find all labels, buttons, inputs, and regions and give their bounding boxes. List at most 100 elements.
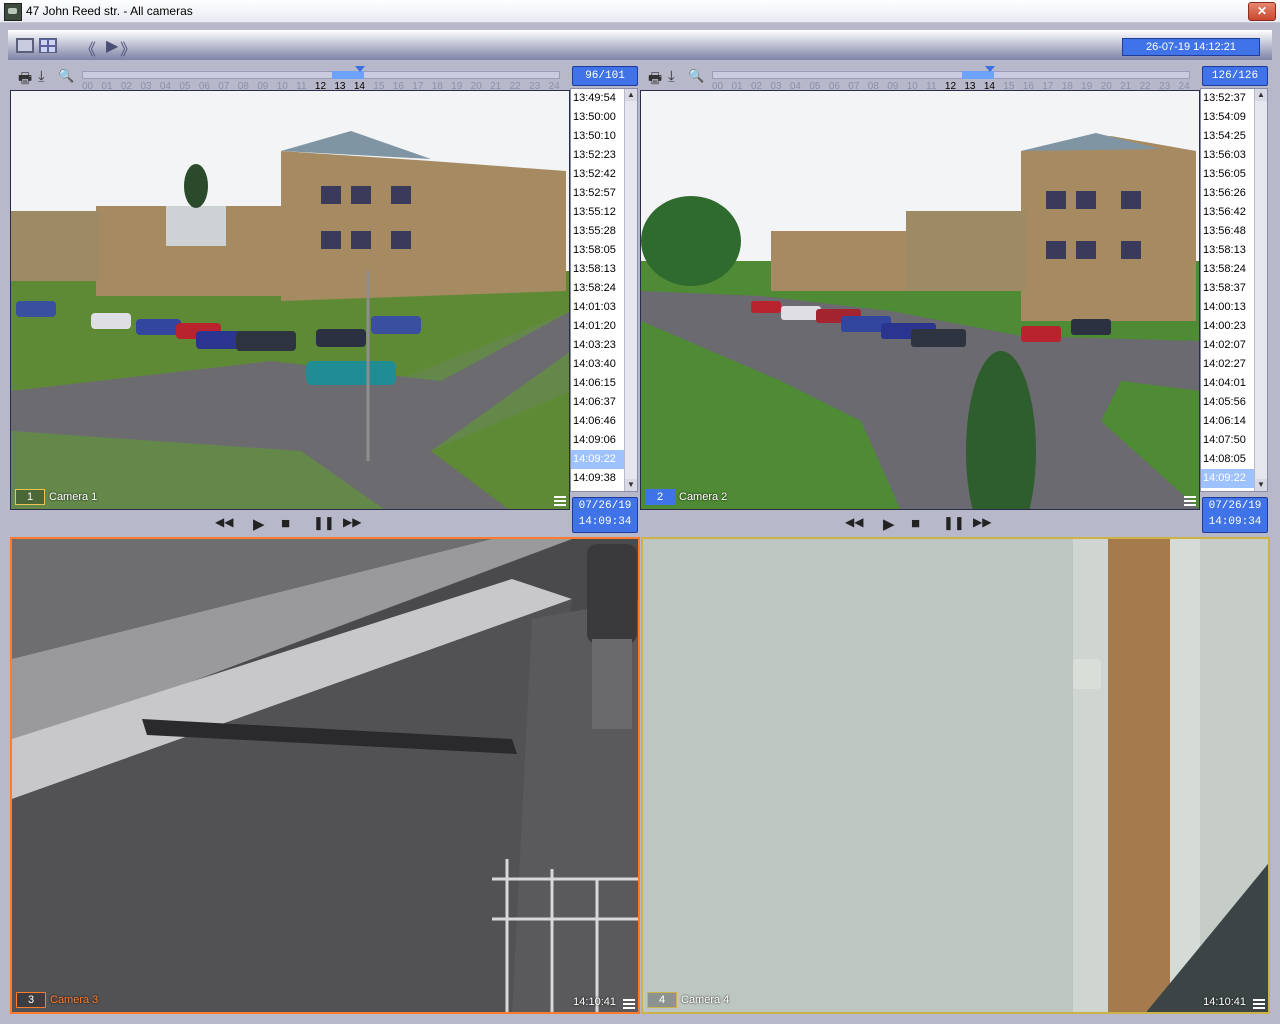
camera1-playback-controls: ◀◀ ▶ ■ ❚❚ ▶▶ [215, 512, 415, 536]
camera-name: Camera 1 [49, 491, 98, 503]
zoom-icon[interactable]: 🔍 [58, 68, 74, 84]
event-list-item[interactable]: 14:01:03 [571, 298, 625, 317]
event-list-item[interactable]: 14:06:15 [571, 374, 625, 393]
event-list-item[interactable]: 13:56:03 [1201, 146, 1255, 165]
event-list-item[interactable]: 13:55:12 [571, 203, 625, 222]
event-list-item[interactable]: 14:02:27 [1201, 355, 1255, 374]
close-button[interactable]: ✕ [1248, 2, 1276, 21]
event-list-item[interactable]: 14:02:07 [1201, 336, 1255, 355]
scroll-down-icon[interactable]: ▼ [625, 479, 637, 491]
event-list-item[interactable]: 14:09:22 [1201, 469, 1255, 488]
camera4-image [643, 539, 1268, 1012]
event-list-item[interactable]: 14:05:56 [1201, 393, 1255, 412]
camera1-view[interactable]: 1 Camera 1 [10, 90, 570, 510]
event-list-item[interactable]: 14:04:01 [1201, 374, 1255, 393]
scroll-up-icon[interactable]: ▲ [1255, 89, 1267, 101]
event-list-item[interactable]: 14:08:05 [1201, 450, 1255, 469]
play-icon[interactable]: ▶ [883, 515, 895, 533]
event-list-item[interactable]: 14:06:46 [571, 412, 625, 431]
camera4-view[interactable]: 4 Camera 4 14:10:41 [641, 537, 1270, 1014]
event-list-item[interactable]: 14:03:23 [571, 336, 625, 355]
stop-icon[interactable]: ■ [281, 515, 290, 532]
camera-number: 3 [16, 992, 46, 1008]
previous-frame-icon[interactable]: 《 [80, 36, 96, 60]
camera-name: Camera 4 [681, 994, 730, 1006]
scroll-down-icon[interactable]: ▼ [1255, 479, 1267, 491]
stop-icon[interactable]: ■ [911, 515, 920, 532]
rewind-icon[interactable]: ◀◀ [845, 515, 863, 529]
play-all-icon[interactable]: ▶ [106, 36, 118, 56]
forward-icon[interactable]: ▶▶ [343, 515, 361, 529]
event-list-item[interactable]: 14:09:22 [571, 450, 625, 469]
pause-icon[interactable]: ❚❚ [943, 515, 965, 531]
event-list-item[interactable]: 13:49:54 [571, 89, 625, 108]
event-list-item[interactable]: 13:52:37 [1201, 89, 1255, 108]
forward-icon[interactable]: ▶▶ [973, 515, 991, 529]
app-icon [4, 3, 22, 21]
download-icon[interactable]: ⤓ [38, 68, 45, 85]
event-list-item[interactable]: 13:58:13 [1201, 241, 1255, 260]
download-icon[interactable]: ⤓ [668, 68, 675, 85]
camera1-menu-icon[interactable] [554, 496, 566, 506]
camera-number: 1 [15, 489, 45, 505]
event-list-item[interactable]: 14:06:14 [1201, 412, 1255, 431]
camera1-event-list[interactable]: 13:49:54 13:50:00 13:50:10 13:52:23 13:52:42… [570, 88, 638, 492]
event-list-item[interactable]: 14:00:13 [1201, 298, 1255, 317]
event-list-item[interactable]: 14:09:38 [571, 469, 625, 488]
event-list-item[interactable]: 13:58:37 [1201, 279, 1255, 298]
event-list-item[interactable]: 14:07:50 [1201, 431, 1255, 450]
camera1-event-scrollbar[interactable]: ▲ ▼ [624, 89, 637, 491]
event-list-item[interactable]: 14:03:40 [571, 355, 625, 374]
camera2-event-list[interactable]: 13:52:37 13:54:09 13:54:25 13:56:03 13:56:05… [1200, 88, 1268, 492]
event-list-item[interactable]: 13:50:00 [571, 108, 625, 127]
current-datetime[interactable]: 26-07-19 14:12:21 [1122, 38, 1260, 56]
event-list-item[interactable]: 14:00:23 [1201, 317, 1255, 336]
camera2-event-scrollbar[interactable]: ▲ ▼ [1254, 89, 1267, 491]
event-list-item[interactable]: 13:50:10 [571, 127, 625, 146]
event-list-item[interactable]: 13:52:57 [571, 184, 625, 203]
event-list-item[interactable]: 13:58:13 [571, 260, 625, 279]
camera1-control-strip: 🖶 ⤓ 🔍 00 01 02 03 04 05 06 07 08 09 10 11 12 13 14 15 16… [10, 64, 630, 92]
event-list-item[interactable]: 13:52:23 [571, 146, 625, 165]
scroll-up-icon[interactable]: ▲ [625, 89, 637, 101]
zoom-icon[interactable]: 🔍 [688, 68, 704, 84]
event-list-item[interactable]: 13:56:42 [1201, 203, 1255, 222]
event-list-item[interactable]: 13:56:26 [1201, 184, 1255, 203]
camera-name: Camera 2 [679, 491, 728, 503]
camera-name: Camera 3 [50, 994, 99, 1006]
event-list-item[interactable]: 14:09:06 [571, 431, 625, 450]
camera1-event-counter: 96/101 [572, 66, 638, 86]
event-list-item[interactable]: 13:58:05 [571, 241, 625, 260]
camera3-view[interactable]: 3 Camera 3 14:10:41 [10, 537, 640, 1014]
quad-view-icon[interactable] [39, 38, 57, 53]
event-list-item[interactable]: 13:58:24 [1201, 260, 1255, 279]
camera2-menu-icon[interactable] [1184, 496, 1196, 506]
pause-icon[interactable]: ❚❚ [313, 515, 335, 531]
event-list-item[interactable]: 13:54:25 [1201, 127, 1255, 146]
event-list-item[interactable]: 13:52:42 [571, 165, 625, 184]
event-list-item[interactable]: 13:56:05 [1201, 165, 1255, 184]
event-list-item[interactable]: 13:58:24 [571, 279, 625, 298]
camera-number: 4 [647, 992, 677, 1008]
timeline-marker[interactable] [355, 66, 365, 72]
rewind-icon[interactable]: ◀◀ [215, 515, 233, 529]
camera1-time: 14:09:34 [578, 516, 632, 528]
event-list-item[interactable]: 13:54:09 [1201, 108, 1255, 127]
window-title: 47 John Reed str. - All cameras [26, 4, 193, 18]
event-list-item[interactable]: 13:55:28 [571, 222, 625, 241]
camera1-date: 07/26/19 [578, 500, 632, 512]
camera3-menu-icon[interactable] [623, 999, 635, 1009]
camera1-image [11, 91, 569, 509]
event-list-item[interactable]: 14:06:37 [571, 393, 625, 412]
next-frame-icon[interactable]: 》 [120, 36, 136, 60]
play-icon[interactable]: ▶ [253, 515, 265, 533]
event-list-item[interactable]: 13:56:48 [1201, 222, 1255, 241]
camera4-menu-icon[interactable] [1253, 999, 1265, 1009]
camera4-label: 4 Camera 4 [647, 992, 729, 1008]
single-view-icon[interactable] [16, 38, 34, 53]
event-list-item[interactable]: 14:01:20 [571, 317, 625, 336]
timeline-marker[interactable] [985, 66, 995, 72]
camera2-view[interactable]: 2 Camera 2 [640, 90, 1200, 510]
camera2-datetime-box: 07/26/19 14:09:34 [1202, 497, 1268, 533]
window-titlebar: 47 John Reed str. - All cameras ✕ [0, 0, 1280, 23]
